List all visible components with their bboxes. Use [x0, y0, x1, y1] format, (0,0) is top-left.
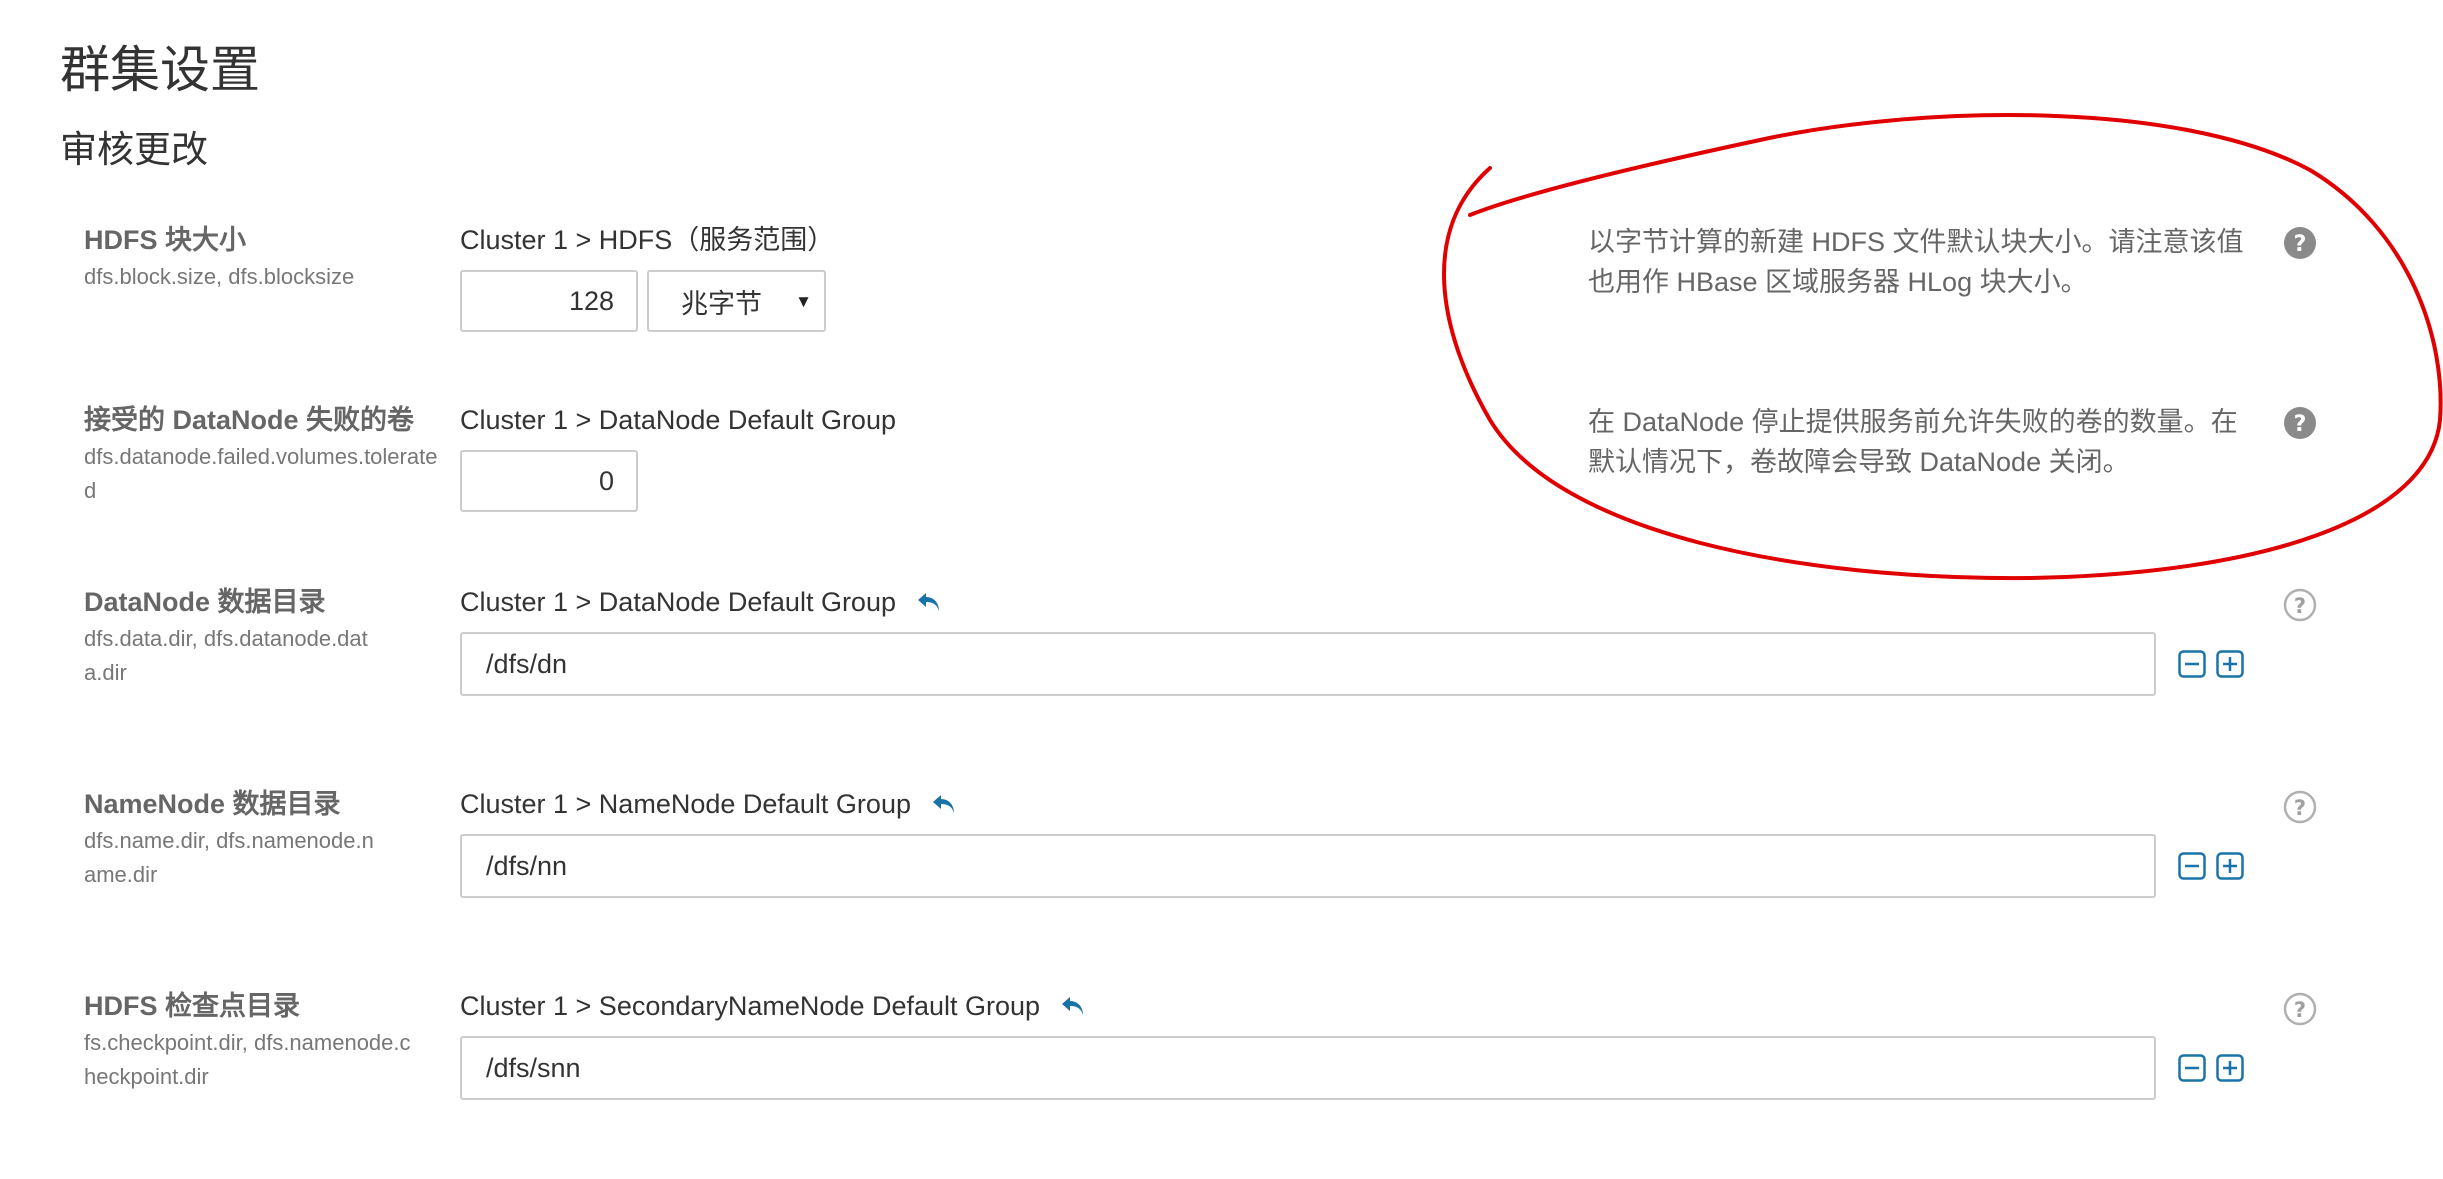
block-size-input[interactable]: [460, 270, 638, 332]
scope-label: Cluster 1 > HDFS（服务范围）: [460, 225, 835, 255]
property-keys: dfs.block.size, dfs.blocksize: [84, 264, 355, 289]
svg-text:?: ?: [2294, 796, 2306, 820]
chevron-down-icon: ▼: [795, 292, 812, 311]
property-scope: Cluster 1 > HDFS（服务范围）: [460, 222, 834, 258]
property-description: 在 DataNode 停止提供服务前允许失败的卷的数量。在默认情况下，卷故障会导…: [1588, 407, 2238, 477]
property-row-failed-volumes: 接受的 DataNode 失败的卷 dfs.datanode.failed.vo…: [0, 402, 2443, 542]
property-scope: Cluster 1 > SecondaryNameNode Default Gr…: [460, 988, 1086, 1024]
question-circle-outline-icon[interactable]: ?: [2283, 588, 2317, 622]
section-title: 审核更改: [60, 129, 208, 170]
svg-text:?: ?: [2294, 232, 2307, 257]
property-keys: fs.checkpoint.dir, dfs.namenode.checkpoi…: [84, 1030, 411, 1089]
property-keys: dfs.data.dir, dfs.datanode.data.dir: [84, 626, 368, 685]
plus-square-icon[interactable]: [2216, 650, 2244, 678]
property-name: 接受的 DataNode 失败的卷: [84, 405, 415, 435]
property-name: DataNode 数据目录: [84, 587, 326, 617]
property-scope: Cluster 1 > DataNode Default Group: [460, 402, 896, 438]
failed-volumes-input[interactable]: [460, 450, 638, 512]
question-circle-outline-icon[interactable]: ?: [2283, 992, 2317, 1026]
undo-icon[interactable]: [916, 590, 942, 614]
property-row-checkpoint-dir: HDFS 检查点目录 fs.checkpoint.dir, dfs.nameno…: [0, 988, 2443, 1128]
plus-square-icon[interactable]: [2216, 852, 2244, 880]
plus-square-icon[interactable]: [2216, 1054, 2244, 1082]
property-scope: Cluster 1 > DataNode Default Group: [460, 584, 942, 620]
svg-text:?: ?: [2294, 998, 2306, 1022]
property-row-datanode-dir: DataNode 数据目录 dfs.data.dir, dfs.datanode…: [0, 584, 2443, 724]
property-scope: Cluster 1 > NameNode Default Group: [460, 786, 957, 822]
scope-label: Cluster 1 > DataNode Default Group: [460, 405, 896, 435]
namenode-dir-input[interactable]: [460, 834, 2156, 898]
minus-square-icon[interactable]: [2178, 650, 2206, 678]
unit-select[interactable]: 兆字节 ▼: [647, 270, 826, 332]
svg-text:?: ?: [2294, 412, 2307, 437]
datanode-dir-input[interactable]: [460, 632, 2156, 696]
question-circle-icon[interactable]: ?: [2283, 406, 2317, 440]
question-circle-icon[interactable]: ?: [2283, 226, 2317, 260]
minus-square-icon[interactable]: [2178, 1054, 2206, 1082]
property-keys: dfs.name.dir, dfs.namenode.name.dir: [84, 828, 374, 887]
property-row-block-size: HDFS 块大小 dfs.block.size, dfs.blocksize C…: [0, 222, 2443, 362]
property-name: HDFS 块大小: [84, 225, 246, 255]
property-row-namenode-dir: NameNode 数据目录 dfs.name.dir, dfs.namenode…: [0, 786, 2443, 926]
undo-icon[interactable]: [1060, 994, 1086, 1018]
property-keys: dfs.datanode.failed.volumes.tolerated: [84, 444, 438, 503]
scope-label: Cluster 1 > NameNode Default Group: [460, 789, 911, 819]
checkpoint-dir-input[interactable]: [460, 1036, 2156, 1100]
undo-icon[interactable]: [931, 792, 957, 816]
property-name: HDFS 检查点目录: [84, 991, 300, 1021]
scope-label: Cluster 1 > SecondaryNameNode Default Gr…: [460, 991, 1041, 1021]
page-title: 群集设置: [60, 42, 260, 98]
svg-text:?: ?: [2294, 594, 2306, 618]
property-description: 以字节计算的新建 HDFS 文件默认块大小。请注意该值也用作 HBase 区域服…: [1588, 227, 2244, 297]
unit-select-value: 兆字节: [681, 288, 762, 319]
scope-label: Cluster 1 > DataNode Default Group: [460, 587, 896, 617]
property-name: NameNode 数据目录: [84, 789, 341, 819]
minus-square-icon[interactable]: [2178, 852, 2206, 880]
question-circle-outline-icon[interactable]: ?: [2283, 790, 2317, 824]
